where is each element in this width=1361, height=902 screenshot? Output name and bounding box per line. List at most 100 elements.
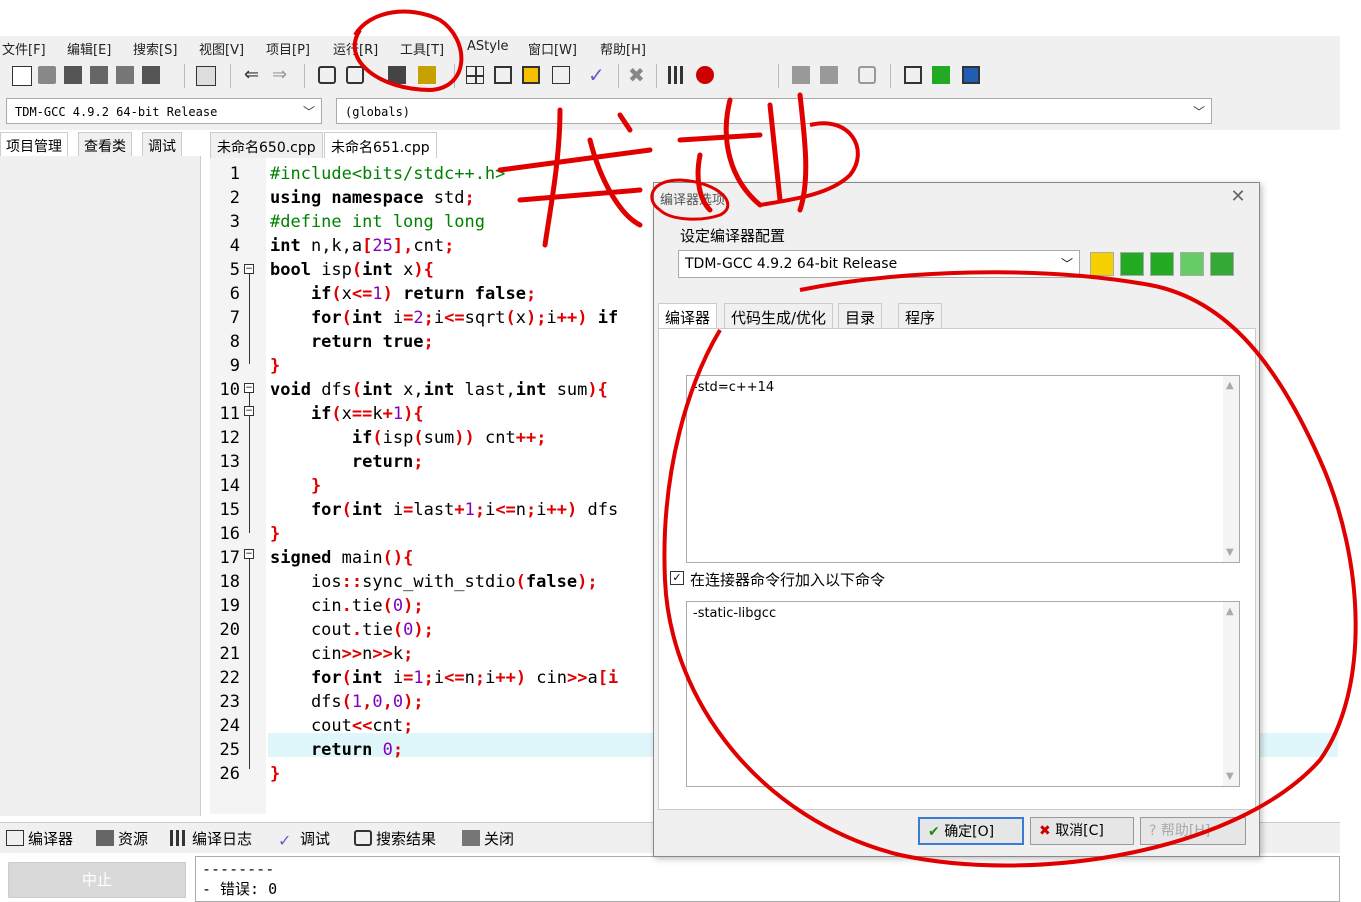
code-line-14: } [270,476,322,496]
fold-toggle-icon[interactable]: − [244,406,254,416]
menu-help[interactable]: 帮助[H] [600,39,646,58]
line-number: 17 [219,548,240,568]
add-config-icon[interactable] [1120,252,1144,276]
tab-programs[interactable]: 程序 [898,303,943,329]
toolbar-separator [184,64,185,88]
grid-icon[interactable] [552,66,570,84]
redo-icon[interactable]: ⇒ [272,66,290,84]
tab-compiler-settings[interactable]: 编译器 [658,303,718,329]
menu-edit[interactable]: 编辑[E] [67,39,111,58]
help-button[interactable]: ? 帮助[H] [1140,817,1246,845]
bookmark-icon[interactable] [418,66,436,84]
fold-toggle-icon[interactable]: − [244,383,254,393]
menu-project[interactable]: 项目[P] [266,39,310,58]
save-icon[interactable] [64,66,82,84]
rename-config-icon[interactable] [1090,252,1114,276]
undo-icon[interactable]: ⇐ [244,66,262,84]
project-icon[interactable] [466,66,484,84]
tab-compile-log[interactable]: 编译日志 [170,828,252,849]
code-line-23: dfs(1,0,0); [270,692,424,712]
menu-file[interactable]: 文件[F] [2,39,46,58]
compiler-select[interactable]: TDM-GCC 4.9.2 64-bit Release ﹀ [6,98,322,124]
tab-debug[interactable]: 调试 [142,132,182,156]
line-number: 15 [219,500,240,520]
code-line-25: return 0; [270,740,404,760]
tab-file-650[interactable]: 未命名650.cpp [210,132,323,158]
open-file-icon[interactable] [38,66,56,84]
code-line-5: bool isp(int x){ [270,260,434,280]
menu-window[interactable]: 窗口[W] [528,39,577,58]
exit-icon[interactable] [962,66,980,84]
compile-log: -------- - 错误: 0 [195,856,1340,902]
close-file-icon[interactable] [116,66,134,84]
stop-icon[interactable]: ✖ [628,65,646,85]
check-icon: ✓ [278,831,292,850]
cancel-button[interactable]: ✖ 取消[C] [1030,817,1134,845]
scope-select[interactable]: (globals) ﹀ [336,98,1212,124]
chevron-down-icon: ﹀ [1060,257,1073,271]
compiler-args-textarea[interactable]: -std=c++14 ▲ ▼ [686,375,1240,563]
toggle-panel-icon[interactable] [522,66,540,84]
tab-project-manager[interactable]: 项目管理 [0,132,68,156]
line-number: 25 [219,740,240,760]
toolbar-separator [304,64,305,88]
add-empty-config-icon[interactable] [1150,252,1174,276]
compiler-config-select[interactable]: TDM-GCC 4.9.2 64-bit Release ﹀ [678,250,1080,278]
check-icon[interactable]: ✓ [588,65,606,85]
add-icon[interactable] [932,66,950,84]
line-number: 2 [229,188,240,208]
code-line-11: if(x==k+1){ [270,404,424,424]
close-icon: ✖ [1039,823,1051,839]
tab-resources[interactable]: 资源 [96,828,148,849]
replace-icon[interactable] [346,66,364,84]
close-icon[interactable]: ✕ [1226,185,1250,209]
scrollbar[interactable]: ▲ ▼ [1223,376,1239,562]
step-into-icon[interactable] [792,66,810,84]
tab-class-browser[interactable]: 查看类 [78,132,132,156]
print-icon[interactable] [196,66,216,86]
tab-directories[interactable]: 目录 [838,303,883,329]
step-over-icon[interactable] [820,66,838,84]
tab-compiler[interactable]: 编译器 [6,828,73,849]
tab-search-results[interactable]: 搜索结果 [354,828,436,849]
fold-toggle-icon[interactable]: − [244,549,254,559]
linker-args-textarea[interactable]: -static-libgcc ▲ ▼ [686,601,1240,787]
find-compiler-icon[interactable] [1180,252,1204,276]
line-number: 22 [219,668,240,688]
code-line-16: } [270,524,281,544]
chart-icon [170,830,188,846]
scrollbar[interactable]: ▲ ▼ [1223,602,1239,786]
goto-icon[interactable] [388,66,406,84]
indent-icon[interactable] [904,66,922,84]
menu-run[interactable]: 运行[R] [333,39,378,58]
find-icon[interactable] [318,66,336,84]
linker-checkbox[interactable]: ✓ [670,571,684,585]
menu-view[interactable]: 视图[V] [199,39,244,58]
menu-astyle[interactable]: AStyle [467,39,509,54]
fold-toggle-icon[interactable]: − [244,264,254,274]
close-all-icon[interactable] [142,66,160,84]
line-number: 13 [219,452,240,472]
code-line-4: int n,k,a[25],cnt; [270,236,455,256]
code-line-8: return true; [270,332,434,352]
code-line-13: return; [270,452,424,472]
chart-icon[interactable] [668,66,686,84]
ok-button[interactable]: ✔ 确定[O] [918,817,1024,845]
close-icon [462,830,480,846]
chevron-down-icon: ﹀ [302,105,315,119]
new-file-icon[interactable] [12,66,32,86]
chevron-down-icon: ▼ [1226,547,1234,558]
menu-search[interactable]: 搜索[S] [133,39,177,58]
debug-icon[interactable] [696,66,714,84]
tab-close[interactable]: 关闭 [462,828,514,849]
menu-tools[interactable]: 工具[T] [400,39,444,58]
tab-file-651[interactable]: 未命名651.cpp [324,132,437,158]
watch-icon[interactable] [858,66,876,84]
delete-config-icon[interactable] [1210,252,1234,276]
window-icon[interactable] [494,66,512,84]
tab-debug-bottom[interactable]: ✓ 调试 [278,828,330,850]
save-all-icon[interactable] [90,66,108,84]
stop-button[interactable]: 中止 [8,862,186,898]
chevron-up-icon: ▲ [1226,380,1234,391]
tab-codegen[interactable]: 代码生成/优化 [724,303,834,329]
